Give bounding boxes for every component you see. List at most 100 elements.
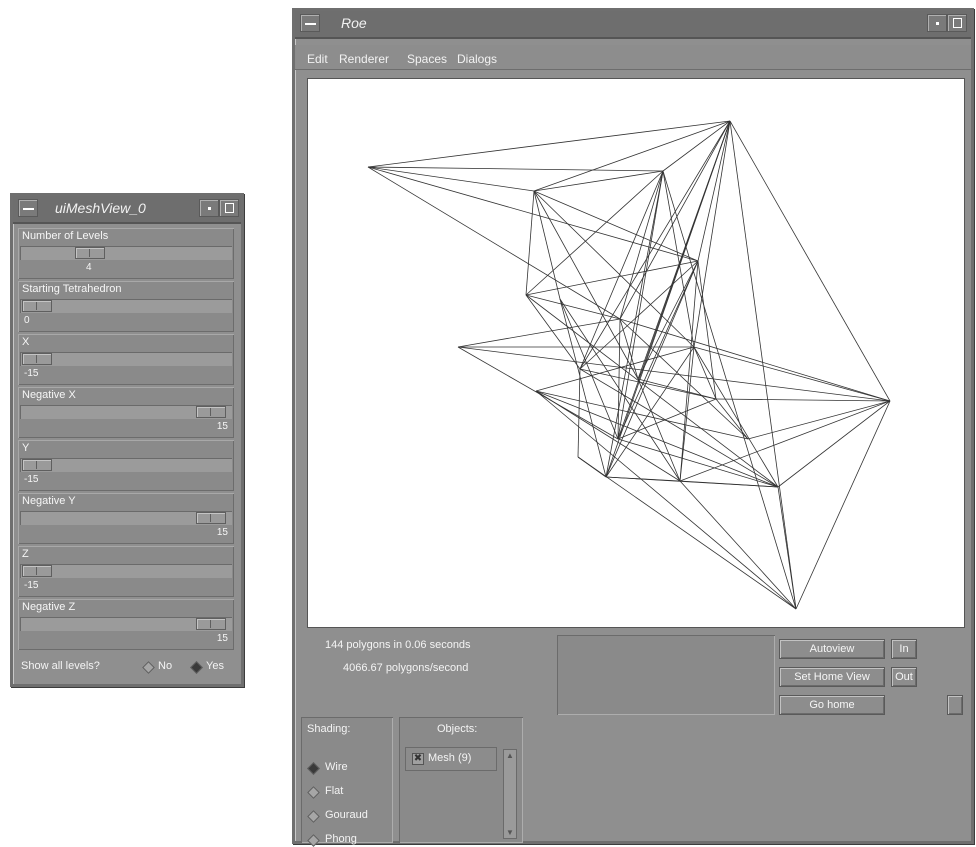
param-value: 15: [216, 633, 228, 644]
mesh-edge: [729, 120, 891, 402]
mesh-edge: [619, 318, 639, 380]
param-slider[interactable]: [20, 458, 232, 472]
slider-thumb[interactable]: [22, 300, 52, 312]
slider-thumb[interactable]: [22, 459, 52, 471]
mesh-edge: [535, 390, 797, 610]
param-label: Y: [22, 442, 30, 454]
mesh-edge: [777, 400, 891, 488]
mesh-edge: [533, 190, 561, 300]
menu-dialogs[interactable]: Dialogs: [457, 52, 497, 66]
mesh-edge: [577, 368, 581, 458]
param-row: X -15: [18, 334, 234, 385]
mesh-edge: [693, 346, 891, 402]
param-slider[interactable]: [20, 617, 232, 631]
scroll-down-icon[interactable]: ▼: [506, 828, 514, 837]
slider-thumb[interactable]: [196, 406, 226, 418]
objects-title: Objects:: [437, 723, 478, 735]
autoview-button[interactable]: Autoview: [779, 639, 885, 659]
maximize-button[interactable]: [219, 199, 239, 217]
slider-thumb[interactable]: [196, 512, 226, 524]
window-menu-button[interactable]: [300, 14, 320, 32]
param-label: Starting Tetrahedron: [22, 283, 122, 295]
show-all-no-radio[interactable]: [142, 661, 155, 674]
param-slider[interactable]: [20, 405, 232, 419]
mesh-edge: [525, 170, 664, 296]
zoom-in-button[interactable]: In: [891, 639, 917, 659]
mesh-edge: [535, 346, 695, 392]
param-slider[interactable]: [20, 511, 232, 525]
roe-titlebar: Roe: [295, 11, 971, 39]
param-value: 4: [86, 262, 92, 273]
zoom-out-button[interactable]: Out: [891, 667, 917, 687]
mesh-edge: [535, 390, 779, 488]
param-row: Number of Levels 4: [18, 228, 234, 279]
slider-thumb[interactable]: [196, 618, 226, 630]
mesh-edge: [367, 166, 664, 172]
slider-thumb[interactable]: [75, 247, 105, 259]
maximize-button[interactable]: [947, 14, 967, 32]
mesh-edge: [617, 318, 621, 440]
slider-thumb[interactable]: [22, 565, 52, 577]
render-viewport[interactable]: [307, 78, 965, 628]
set-home-view-button[interactable]: Set Home View: [779, 667, 885, 687]
mesh-edge: [679, 480, 779, 488]
mesh-edge: [579, 368, 717, 400]
polygon-rate-text: 4066.67 polygons/second: [343, 662, 469, 674]
param-slider[interactable]: [20, 564, 232, 578]
objects-list: ✖ Mesh (9): [405, 747, 497, 771]
mesh-edge: [795, 400, 891, 610]
mesh-edge: [525, 294, 779, 488]
shading-phong-radio[interactable]: [307, 834, 320, 847]
shading-title: Shading:: [307, 723, 351, 735]
minimize-button[interactable]: [199, 199, 219, 217]
mesh-edge: [533, 190, 639, 380]
param-slider[interactable]: [20, 299, 232, 313]
window-menu-button[interactable]: [18, 199, 38, 217]
mesh-edge: [617, 120, 731, 440]
small-corner-button[interactable]: [947, 695, 963, 715]
mesh-object-checkbox[interactable]: ✖: [412, 753, 424, 765]
mesh-edge: [617, 170, 664, 440]
scroll-up-icon[interactable]: ▲: [506, 751, 514, 760]
mesh-edge: [747, 400, 891, 440]
roe-window: Roe Edit Renderer Spaces Dialogs 144 pol…: [292, 8, 974, 847]
menu-renderer[interactable]: Renderer: [339, 52, 389, 66]
menu-edit[interactable]: Edit: [307, 52, 328, 66]
param-label: Negative X: [22, 389, 76, 401]
shading-flat-radio[interactable]: [307, 786, 320, 799]
param-label: Z: [22, 548, 29, 560]
mesh-view-titlebar: uiMeshView_0: [13, 196, 241, 224]
shading-gouraud-radio[interactable]: [307, 810, 320, 823]
mesh-edge: [777, 486, 797, 610]
maximize-icon: [953, 18, 962, 28]
mesh-edge: [715, 398, 891, 402]
mesh-edge: [367, 166, 621, 320]
param-value: 15: [216, 527, 228, 538]
window-menu-icon: [305, 23, 316, 25]
param-row: Z -15: [18, 546, 234, 597]
mesh-view-window: uiMeshView_0 Number of Levels 4 Starting T…: [10, 193, 244, 687]
wireframe-mesh: [367, 120, 891, 610]
show-all-yes-radio[interactable]: [190, 661, 203, 674]
objects-scrollbar[interactable]: ▲ ▼: [503, 749, 517, 839]
mesh-edge: [693, 346, 779, 488]
param-value: -15: [24, 580, 39, 591]
window-menu-icon: [23, 208, 34, 210]
param-slider[interactable]: [20, 352, 232, 366]
show-all-levels-row: Show all levels? No Yes: [21, 659, 236, 675]
mesh-edge: [637, 378, 681, 482]
slider-thumb[interactable]: [22, 353, 52, 365]
mesh-edge: [533, 120, 731, 192]
minimize-button[interactable]: [927, 14, 947, 32]
polygon-count-text: 144 polygons in 0.06 seconds: [325, 639, 471, 651]
mesh-edge: [579, 260, 699, 370]
shading-group: Shading: Wire Flat Gouraud Phong: [301, 717, 393, 847]
mesh-edge: [457, 346, 891, 402]
minimize-icon: [208, 207, 211, 210]
shading-wire-radio[interactable]: [307, 762, 320, 775]
mesh-edge: [697, 120, 731, 262]
mesh-edge: [693, 120, 731, 348]
param-slider[interactable]: [20, 246, 232, 260]
menu-spaces[interactable]: Spaces: [407, 52, 447, 66]
go-home-button[interactable]: Go home: [779, 695, 885, 715]
